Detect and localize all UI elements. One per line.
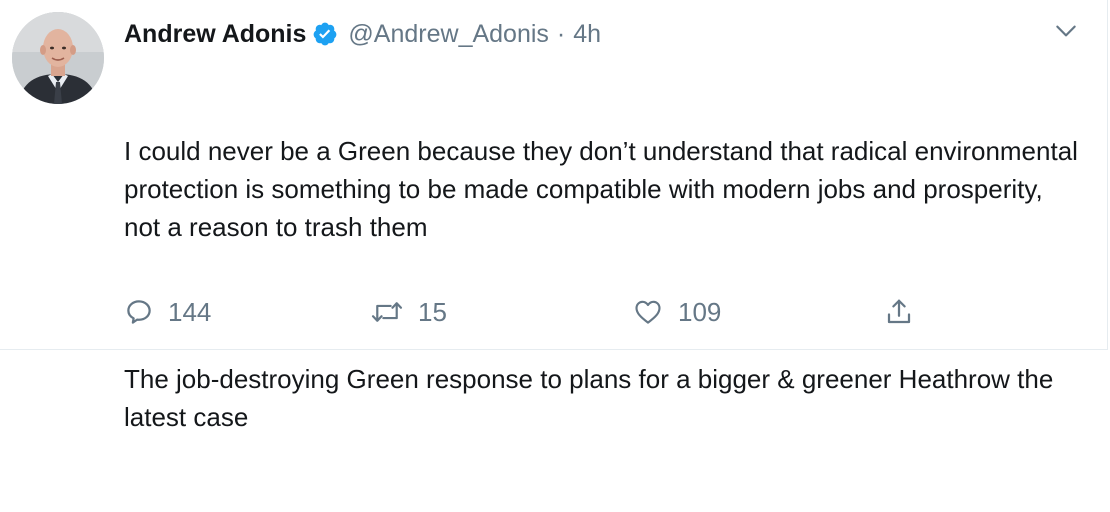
avatar[interactable] bbox=[12, 12, 104, 104]
reply-count: 144 bbox=[168, 296, 212, 327]
retweet-button[interactable]: 15 bbox=[370, 292, 447, 332]
avatar-photo bbox=[12, 12, 104, 104]
verified-badge-icon bbox=[312, 21, 338, 47]
tweet-actions: 144 15 109 bbox=[124, 292, 944, 332]
reply-button[interactable]: 144 bbox=[124, 292, 211, 332]
like-button[interactable]: 109 bbox=[632, 292, 721, 332]
author-display-name[interactable]: Andrew Adonis bbox=[124, 20, 306, 49]
author-handle[interactable]: @Andrew_Adonis bbox=[348, 20, 549, 49]
tweet-text: I could never be a Green because they do… bbox=[124, 56, 1084, 512]
share-button[interactable] bbox=[884, 292, 914, 332]
retweet-arrows-icon bbox=[370, 297, 404, 327]
heart-icon bbox=[632, 297, 664, 327]
tweet-card[interactable]: Andrew Adonis @Andrew_Adonis · 4h I coul… bbox=[0, 0, 1108, 432]
chevron-down-icon[interactable] bbox=[1053, 18, 1079, 44]
tweet-paragraph-2: The job-destroying Green response to pla… bbox=[124, 364, 1061, 432]
retweet-count: 15 bbox=[418, 296, 447, 327]
share-upload-icon bbox=[884, 296, 914, 328]
like-count: 109 bbox=[678, 296, 722, 327]
tweet-timestamp[interactable]: 4h bbox=[573, 20, 601, 49]
separator-dot: · bbox=[556, 19, 566, 48]
tweet-header: Andrew Adonis @Andrew_Adonis · 4h bbox=[124, 16, 601, 52]
speech-bubble-icon bbox=[124, 297, 154, 327]
tweet-paragraph-1: I could never be a Green because they do… bbox=[124, 136, 1086, 242]
